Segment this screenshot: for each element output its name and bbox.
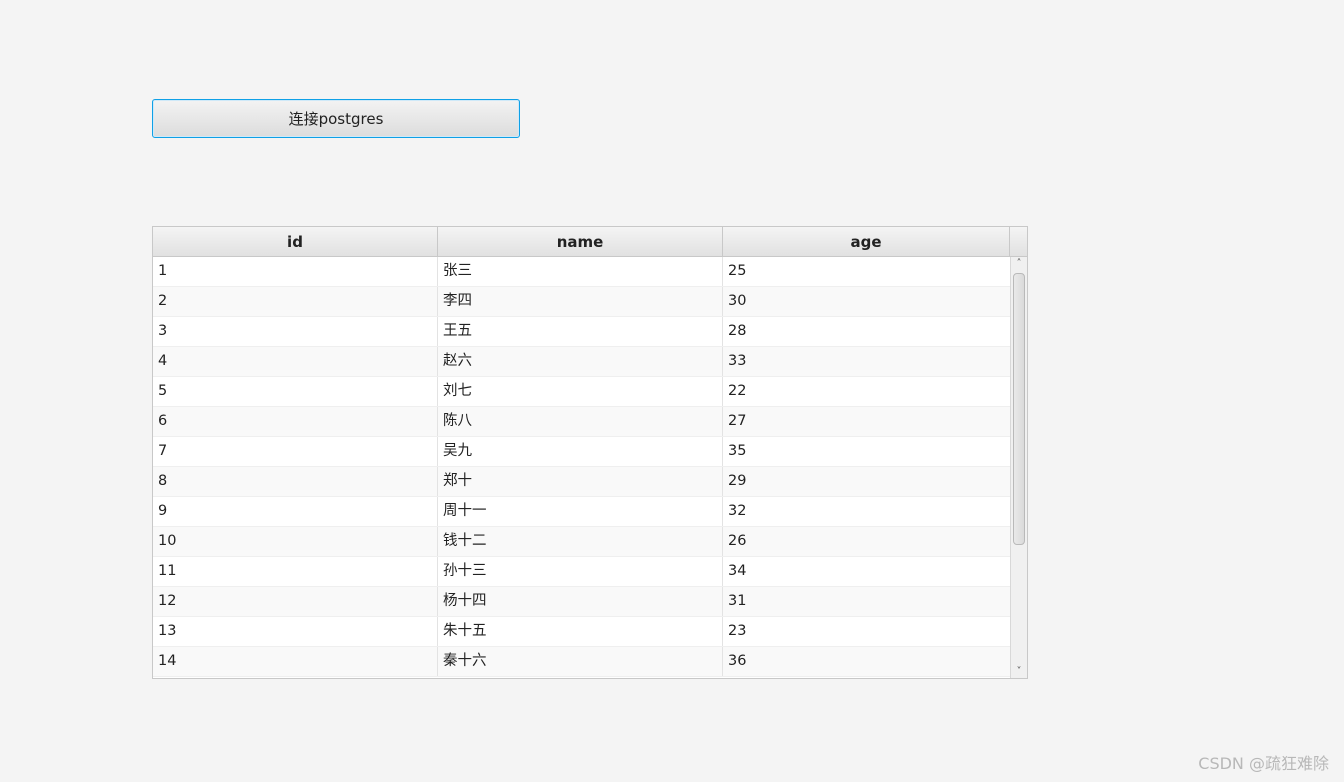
table-cell-name: 秦十六 [438,647,723,676]
table-cell-id: 8 [153,467,438,496]
table-cell-id: 9 [153,497,438,526]
table-cell-name: 王五 [438,317,723,346]
connect-postgres-button[interactable]: 连接postgres [152,99,520,138]
table-cell-age: 35 [728,443,747,459]
table-body: 1 张三 25 2 李四 30 3 王五 28 4 赵六 33 5 刘七 22 6 陈八 27 7 吴九 35 8 郑十 29… [153,257,1010,677]
table-cell-id: 10 [153,527,438,556]
table-cell-name: 孙十三 [438,557,723,586]
table-cell-name: 杨十四 [438,587,723,616]
table-cell-id: 6 [153,407,438,436]
table-header: id name age [153,227,1027,257]
table-cell-age: 22 [728,383,747,399]
table-cell-id: 13 [153,617,438,646]
table-row[interactable]: 2 李四 30 [153,287,1010,317]
table-cell-age: 31 [728,593,747,609]
table-cell-name: 张三 [438,257,723,286]
table-cell-name: 吴九 [438,437,723,466]
table-row[interactable]: 5 刘七 22 [153,377,1010,407]
table-cell-name: 钱十二 [438,527,723,556]
table-cell-name: 朱十五 [438,617,723,646]
column-header-name[interactable]: name [438,227,723,256]
table-row[interactable]: 7 吴九 35 [153,437,1010,467]
table-cell-id: 3 [153,317,438,346]
table-cell-id: 11 [153,557,438,586]
table-cell-age: 28 [728,323,747,339]
table-cell-id: 12 [153,587,438,616]
table-row[interactable]: 9 周十一 32 [153,497,1010,527]
table-cell-age: 32 [728,503,747,519]
table-cell-age: 26 [728,533,747,549]
table-cell-id: 4 [153,347,438,376]
table-cell-name: 郑十 [438,467,723,496]
column-menu-corner[interactable] [1010,227,1027,256]
chevron-up-icon[interactable]: ˄ [1011,257,1027,271]
table-cell-age: 27 [728,413,747,429]
table-row[interactable]: 3 王五 28 [153,317,1010,347]
table-cell-age: 23 [728,623,747,639]
data-table: id name age 1 张三 25 2 李四 30 3 王五 28 4 赵六 33 5 刘七 22 6 陈八… [152,226,1028,679]
table-cell-id: 7 [153,437,438,466]
table-cell-id: 5 [153,377,438,406]
vertical-scrollbar[interactable]: ˄ ˅ [1010,257,1027,678]
table-row[interactable]: 4 赵六 33 [153,347,1010,377]
table-row[interactable]: 12 杨十四 31 [153,587,1010,617]
table-row[interactable]: 6 陈八 27 [153,407,1010,437]
column-header-id[interactable]: id [153,227,438,256]
table-cell-id: 14 [153,647,438,676]
table-cell-age: 30 [728,293,747,309]
table-cell-age: 34 [728,563,747,579]
table-cell-name: 周十一 [438,497,723,526]
table-cell-age: 33 [728,353,747,369]
table-cell-name: 李四 [438,287,723,316]
table-cell-age: 29 [728,473,747,489]
table-row[interactable]: 8 郑十 29 [153,467,1010,497]
table-cell-id: 1 [153,257,438,286]
table-cell-name: 赵六 [438,347,723,376]
table-cell-name: 陈八 [438,407,723,436]
table-row[interactable]: 14 秦十六 36 [153,647,1010,677]
chevron-down-icon[interactable]: ˅ [1011,665,1027,678]
table-row[interactable]: 1 张三 25 [153,257,1010,287]
table-row[interactable]: 10 钱十二 26 [153,527,1010,557]
scrollbar-thumb[interactable] [1013,273,1025,545]
table-cell-name: 刘七 [438,377,723,406]
table-cell-age: 25 [728,263,747,279]
table-cell-age: 36 [728,653,747,669]
watermark: CSDN @疏狂难除 [1198,754,1329,773]
table-cell-id: 2 [153,287,438,316]
column-header-age[interactable]: age [723,227,1010,256]
table-row[interactable]: 13 朱十五 23 [153,617,1010,647]
table-row[interactable]: 11 孙十三 34 [153,557,1010,587]
